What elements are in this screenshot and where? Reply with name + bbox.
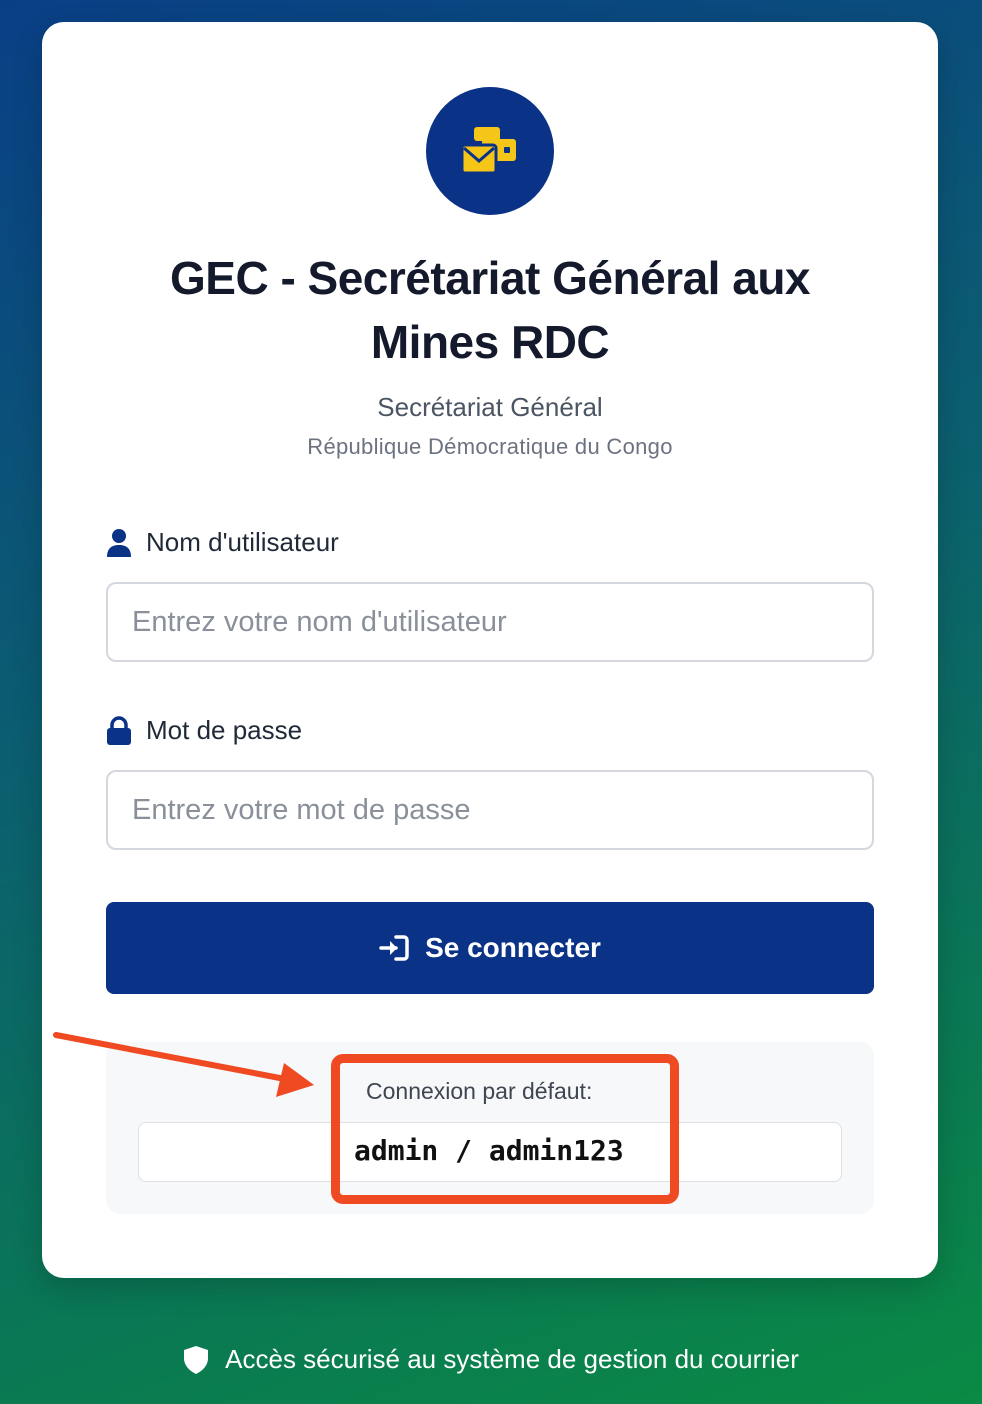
sign-in-icon xyxy=(379,935,409,961)
shield-icon xyxy=(183,1345,209,1375)
organization-name: Secrétariat Général xyxy=(377,392,603,422)
annotation-arrow-icon xyxy=(53,1032,314,1097)
password-label: Mot de passe xyxy=(106,715,302,746)
annotation-highlight-box xyxy=(331,1054,679,1204)
username-label: Nom d'utilisateur xyxy=(106,527,339,558)
footer-text: Accès sécurisé au système de gestion du … xyxy=(225,1344,799,1374)
password-label-text: Mot de passe xyxy=(146,715,303,745)
country-name: République Démocratique du Congo xyxy=(307,434,673,459)
footer: Accès sécurisé au système de gestion du … xyxy=(0,1344,982,1375)
logo xyxy=(426,87,554,215)
password-input[interactable] xyxy=(106,770,874,850)
username-input[interactable] xyxy=(106,582,874,662)
login-button-label: Se connecter xyxy=(425,932,601,963)
login-button[interactable]: Se connecter xyxy=(106,902,874,994)
username-label-text: Nom d'utilisateur xyxy=(146,527,339,557)
envelopes-icon xyxy=(460,127,516,175)
user-icon xyxy=(106,528,132,558)
page-title: GEC - Secrétariat Général aux Mines RDC xyxy=(169,252,811,368)
lock-icon xyxy=(106,715,132,746)
